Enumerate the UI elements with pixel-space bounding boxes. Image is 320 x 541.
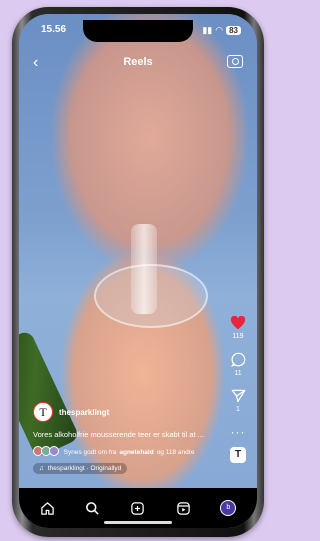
audio-label: thesparklingt · Originallyd <box>47 465 122 472</box>
comment-count: 11 <box>234 370 242 377</box>
page-title: Reels <box>123 56 153 68</box>
send-icon <box>231 389 245 403</box>
share-button[interactable]: 1 <box>227 389 249 413</box>
camera-icon[interactable] <box>227 55 243 68</box>
liked-by-user[interactable]: agnetehald <box>119 449 153 456</box>
reels-screen: 15.56 ▮▮ ◠ 83 ‹ Reels 119 11 1 ··· T T t… <box>19 14 257 528</box>
music-note-icon: ♫ <box>39 465 44 472</box>
share-count: 1 <box>236 406 240 413</box>
username[interactable]: thesparklingt <box>59 408 109 417</box>
post-author[interactable]: T thesparklingt <box>33 402 109 422</box>
audio-thumbnail[interactable]: T <box>230 447 246 463</box>
liked-by[interactable]: Synes godt om fra agnetehald og 118 andr… <box>33 446 195 458</box>
liker-avatars <box>33 446 59 458</box>
wifi-icon: ◠ <box>215 25 224 35</box>
reels-header: ‹ Reels <box>19 54 257 74</box>
liked-by-suffix[interactable]: og 118 andre <box>157 449 195 456</box>
audio-chip[interactable]: ♫ thesparklingt · Originallyd <box>33 463 128 474</box>
action-column: 119 11 1 ··· T <box>227 316 249 463</box>
home-indicator <box>104 521 172 524</box>
bottom-nav: b <box>19 488 257 528</box>
comment-icon <box>230 352 245 367</box>
reels-icon[interactable] <box>172 497 194 519</box>
status-bar: 15.56 ▮▮ ◠ 83 <box>19 20 257 42</box>
liked-by-prefix: Synes godt om fra <box>63 448 117 456</box>
heart-icon <box>230 316 246 330</box>
comment-button[interactable]: 11 <box>227 352 249 377</box>
avatar[interactable]: T <box>33 402 53 422</box>
signal-icon: ▮▮ <box>202 25 213 35</box>
search-icon[interactable] <box>82 497 104 519</box>
status-time: 15.56 <box>41 24 67 35</box>
glass-stem <box>131 224 157 314</box>
profile-tab[interactable]: b <box>217 497 239 519</box>
like-button[interactable]: 119 <box>227 316 249 340</box>
avatar: b <box>220 500 237 516</box>
status-icons: ▮▮ ◠ 83 <box>202 25 241 36</box>
home-icon[interactable] <box>37 497 59 519</box>
avatar <box>48 446 59 456</box>
notch <box>83 20 193 42</box>
create-post-icon[interactable] <box>127 497 149 519</box>
caption[interactable]: Vores alkoholfrie mousserende teer er sk… <box>33 430 243 439</box>
battery-icon: 83 <box>226 26 241 35</box>
like-count: 119 <box>232 333 244 340</box>
